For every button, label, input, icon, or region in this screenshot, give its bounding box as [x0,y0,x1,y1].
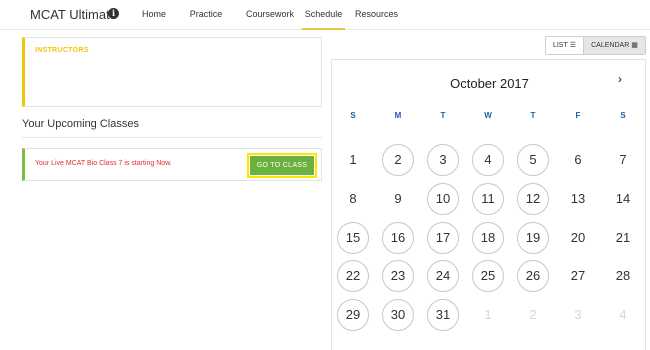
calendar-day-available[interactable]: 29 [337,299,369,331]
weekday-label: T [440,111,446,120]
live-class-alert-text: Your Live MCAT Bio Class 7 is starting N… [35,160,172,167]
section-divider [22,137,322,138]
calendar-day-available[interactable]: 12 [517,183,549,215]
calendar-day: 8 [349,191,357,206]
calendar-day: 20 [570,230,586,245]
calendar-day-available[interactable]: 3 [427,144,459,176]
calendar-day: 14 [615,191,631,206]
nav-schedule[interactable]: Schedule [302,0,345,30]
calendar-day-available[interactable]: 11 [472,183,504,215]
calendar-day-available[interactable]: 26 [517,260,549,292]
top-navigation-bar: MCAT Ultimate i Home Practice Tests Cour… [0,0,650,47]
calendar-day: 6 [574,152,582,167]
weekday-label: S [350,111,356,120]
weekday-label: S [620,111,626,120]
calendar-day-available[interactable]: 4 [472,144,504,176]
nav-practice-tests[interactable]: Practice Tests [179,0,233,47]
calendar-day-available[interactable]: 16 [382,222,414,254]
go-to-class-highlight: GO TO CLASS [247,153,317,178]
nav-home[interactable]: Home [141,0,167,30]
chevron-right-icon[interactable]: › [618,72,622,86]
list-icon: ☰ [569,42,577,49]
nav-coursework[interactable]: Coursework [246,0,294,30]
calendar-view-button[interactable]: CALENDAR ▦ [583,37,645,54]
weekday-label: T [530,111,536,120]
calendar-day-available[interactable]: 2 [382,144,414,176]
calendar-day-available[interactable]: 31 [427,299,459,331]
calendar-day-available[interactable]: 17 [427,222,459,254]
list-view-label: LIST [552,42,568,49]
go-to-class-button[interactable]: GO TO CLASS [250,156,314,175]
calendar-day: 27 [570,268,586,283]
list-view-button[interactable]: LIST ☰ [546,37,583,54]
upcoming-classes-heading: Your Upcoming Classes [22,118,139,130]
calendar-day: 3 [574,307,582,322]
calendar-icon: ▦ [631,42,638,49]
calendar-day-available[interactable]: 15 [337,222,369,254]
live-class-alert: Your Live MCAT Bio Class 7 is starting N… [22,148,322,181]
instructors-title: INSTRUCTORS [35,47,89,54]
weekday-label: M [394,111,402,120]
calendar-day: 7 [619,152,627,167]
calendar-day-available[interactable]: 5 [517,144,549,176]
nav-resources[interactable]: Resources [355,0,398,30]
calendar-day: 28 [615,268,631,283]
calendar-day: 9 [394,191,402,206]
weekday-label: F [575,111,581,120]
calendar-day-available[interactable]: 10 [427,183,459,215]
weekday-label: W [484,111,492,120]
calendar-day: 13 [570,191,586,206]
calendar-day-available[interactable]: 25 [472,260,504,292]
calendar: October 2017 › S M T W T F S 1 2 3 4 5 6 7 8 9 10 11 12 13 1… [331,59,646,350]
instructors-panel: INSTRUCTORS [22,37,322,107]
info-icon[interactable]: i [108,8,119,19]
calendar-day-available[interactable]: 30 [382,299,414,331]
calendar-month-title: October 2017 [450,76,529,91]
app-title: MCAT Ultimate [30,7,117,22]
calendar-day: 21 [615,230,631,245]
calendar-day-available[interactable]: 18 [472,222,504,254]
calendar-day-available[interactable]: 24 [427,260,459,292]
calendar-day: 2 [529,307,537,322]
calendar-day: 4 [619,307,627,322]
view-toggle: LIST ☰ CALENDAR ▦ [545,36,646,55]
calendar-day-available[interactable]: 22 [337,260,369,292]
calendar-view-label: CALENDAR [591,42,630,49]
calendar-day: 1 [349,152,357,167]
calendar-day-available[interactable]: 23 [382,260,414,292]
calendar-day-available[interactable]: 19 [517,222,549,254]
calendar-day: 1 [484,307,492,322]
